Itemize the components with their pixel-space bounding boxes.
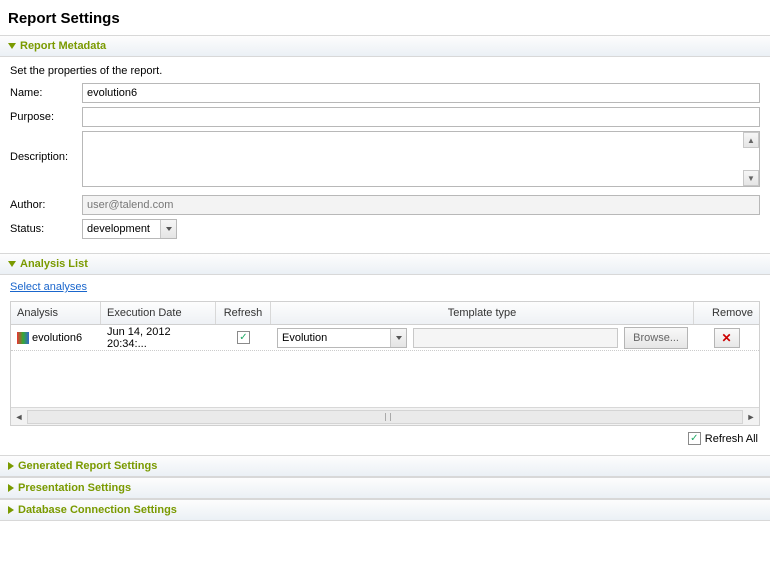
analysis-icon <box>17 332 29 344</box>
section-header-presentation[interactable]: Presentation Settings <box>0 478 770 499</box>
close-icon: ✕ <box>721 331 731 345</box>
execution-date: Jun 14, 2012 20:34:... <box>101 324 216 352</box>
section-header-generated[interactable]: Generated Report Settings <box>0 456 770 477</box>
status-label: Status: <box>10 223 82 235</box>
scroll-right-icon[interactable]: ► <box>743 412 759 422</box>
template-value: Evolution <box>282 332 390 344</box>
col-analysis[interactable]: Analysis <box>11 302 101 324</box>
col-refresh[interactable]: Refresh <box>216 302 271 324</box>
grid-header: Analysis Execution Date Refresh Template… <box>11 302 759 325</box>
section-report-metadata: Report Metadata Set the properties of th… <box>0 35 770 253</box>
refresh-all-checkbox[interactable]: ✓ <box>688 432 701 445</box>
horizontal-scrollbar[interactable]: ◄ ► <box>11 407 759 425</box>
chevron-down-icon <box>8 261 16 267</box>
scroll-left-icon[interactable]: ◄ <box>11 412 27 422</box>
section-analysis-list: Analysis List Select analyses Analysis E… <box>0 253 770 455</box>
section-title: Generated Report Settings <box>18 460 157 472</box>
section-header-analysis[interactable]: Analysis List <box>0 254 770 275</box>
refresh-all-label: Refresh All <box>705 433 758 445</box>
dropdown-icon <box>160 220 176 238</box>
template-select[interactable]: Evolution <box>277 328 407 348</box>
template-path-field[interactable] <box>413 328 618 348</box>
dropdown-icon <box>390 329 406 347</box>
analysis-grid: Analysis Execution Date Refresh Template… <box>10 301 760 426</box>
browse-button[interactable]: Browse... <box>624 327 688 349</box>
table-row[interactable]: evolution6 Jun 14, 2012 20:34:... ✓ Evol… <box>11 325 759 351</box>
col-template-type[interactable]: Template type <box>271 302 694 324</box>
col-execution-date[interactable]: Execution Date <box>101 302 216 324</box>
section-generated-report-settings: Generated Report Settings <box>0 455 770 477</box>
section-title: Analysis List <box>20 258 88 270</box>
section-title: Database Connection Settings <box>18 504 177 516</box>
author-label: Author: <box>10 199 82 211</box>
col-remove[interactable]: Remove <box>694 302 759 324</box>
chevron-down-icon <box>8 43 16 49</box>
section-header-metadata[interactable]: Report Metadata <box>0 36 770 57</box>
section-subtext: Set the properties of the report. <box>10 65 760 77</box>
purpose-field[interactable] <box>82 107 760 127</box>
description-field[interactable]: ▲ ▼ <box>82 131 760 187</box>
page-title: Report Settings <box>0 0 770 35</box>
select-analyses-link[interactable]: Select analyses <box>10 281 87 293</box>
name-field[interactable] <box>82 83 760 103</box>
section-presentation-settings: Presentation Settings <box>0 477 770 499</box>
purpose-label: Purpose: <box>10 111 82 123</box>
section-title: Presentation Settings <box>18 482 131 494</box>
section-header-dbconn[interactable]: Database Connection Settings <box>0 500 770 521</box>
status-value: development <box>87 223 160 235</box>
description-label: Description: <box>10 131 82 163</box>
chevron-right-icon <box>8 506 14 514</box>
remove-button[interactable]: ✕ <box>714 328 740 348</box>
chevron-right-icon <box>8 484 14 492</box>
scroll-up-icon[interactable]: ▲ <box>743 132 759 148</box>
section-database-connection-settings: Database Connection Settings <box>0 499 770 521</box>
name-label: Name: <box>10 87 82 99</box>
analysis-name: evolution6 <box>32 332 82 344</box>
author-field <box>82 195 760 215</box>
chevron-right-icon <box>8 462 14 470</box>
section-title: Report Metadata <box>20 40 106 52</box>
status-select[interactable]: development <box>82 219 177 239</box>
refresh-checkbox[interactable]: ✓ <box>237 331 250 344</box>
scroll-down-icon[interactable]: ▼ <box>743 170 759 186</box>
